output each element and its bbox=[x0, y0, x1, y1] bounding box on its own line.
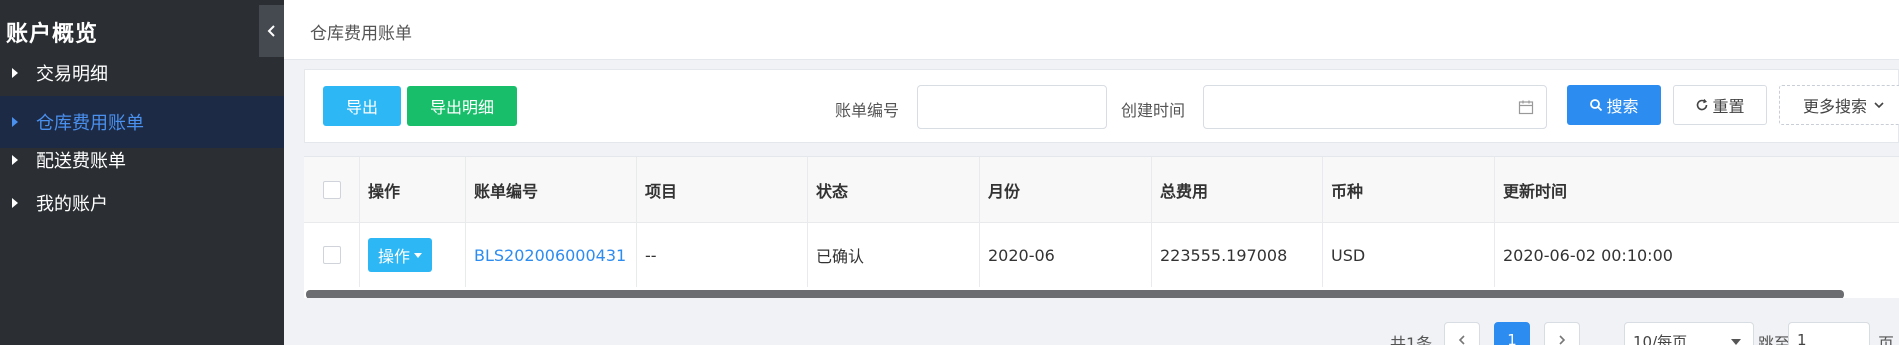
bill-no-input[interactable] bbox=[917, 85, 1107, 129]
caret-down-icon bbox=[414, 252, 423, 258]
export-detail-button[interactable]: 导出明细 bbox=[407, 86, 517, 126]
table-header: 操作 账单编号 项目 状态 月份 总费用 币种 更新时间 bbox=[304, 157, 1899, 223]
next-page-button[interactable] bbox=[1544, 322, 1580, 345]
search-button[interactable]: 搜索 bbox=[1567, 85, 1661, 125]
select-all-checkbox[interactable] bbox=[322, 180, 341, 199]
row-month-cell: 2020-06 bbox=[980, 223, 1152, 287]
caret-down-icon bbox=[1731, 339, 1741, 345]
page-size-value: 10/每页 bbox=[1633, 333, 1688, 345]
row-project-cell: -- bbox=[637, 223, 808, 287]
row-status-cell: 已确认 bbox=[808, 223, 980, 287]
bill-no-label: 账单编号 bbox=[835, 101, 900, 120]
table-row: 操作 BLS202006000431 -- 已确认 2020-06 223555… bbox=[304, 223, 1899, 287]
row-updated-cell: 2020-06-02 00:10:00 bbox=[1503, 245, 1673, 265]
column-header-total: 总费用 bbox=[1152, 157, 1323, 222]
column-header-project: 项目 bbox=[637, 157, 808, 222]
search-toolbar: 导出 导出明细 账单编号 创建时间 搜索 重置 更多搜索 bbox=[304, 69, 1899, 143]
row-select-cell bbox=[304, 223, 360, 287]
export-button[interactable]: 导出 bbox=[323, 86, 401, 126]
page-size-select[interactable]: 10/每页 bbox=[1624, 322, 1754, 345]
caret-right-icon bbox=[12, 68, 18, 78]
column-header-updated: 更新时间 bbox=[1503, 181, 1568, 201]
app-root: 账户概览 交易明细 仓库费用账单 配送费账单 我的账户 仓库费用账单 导出 导出… bbox=[0, 0, 1899, 345]
caret-right-icon bbox=[12, 198, 18, 208]
row-action-label: 操作 bbox=[378, 247, 411, 266]
sidebar-item-label: 仓库费用账单 bbox=[36, 113, 144, 134]
caret-right-icon bbox=[12, 117, 18, 127]
caret-right-icon bbox=[12, 155, 18, 165]
prev-page-button[interactable] bbox=[1444, 322, 1480, 345]
reset-button-label: 重置 bbox=[1712, 97, 1745, 116]
row-action-cell: 操作 bbox=[360, 223, 466, 287]
row-checkbox[interactable] bbox=[322, 246, 341, 264]
jump-page-input[interactable]: 1 bbox=[1788, 322, 1870, 345]
sidebar-item-label: 我的账户 bbox=[36, 194, 108, 215]
breadcrumb-bar: 仓库费用账单 bbox=[284, 0, 1899, 60]
row-currency-cell: USD bbox=[1323, 223, 1495, 287]
column-header-month: 月份 bbox=[980, 157, 1152, 222]
pagination-total: 共1条 bbox=[1390, 334, 1433, 345]
column-header-bill-no: 账单编号 bbox=[466, 157, 637, 222]
horizontal-scrollbar[interactable] bbox=[306, 290, 1844, 298]
row-bill-no-cell: BLS202006000431 bbox=[466, 223, 637, 287]
chevron-right-icon bbox=[1559, 335, 1566, 345]
calendar-icon bbox=[1518, 100, 1534, 115]
search-button-label: 搜索 bbox=[1606, 97, 1639, 116]
page-suffix-label: 页 bbox=[1878, 334, 1895, 345]
column-header-status: 状态 bbox=[808, 157, 980, 222]
sidebar-item-label: 交易明细 bbox=[36, 64, 108, 85]
created-time-label: 创建时间 bbox=[1121, 101, 1186, 120]
sidebar: 账户概览 交易明细 仓库费用账单 配送费账单 我的账户 bbox=[0, 0, 284, 345]
row-total-cell: 223555.197008 bbox=[1152, 223, 1323, 287]
refresh-icon bbox=[1697, 99, 1708, 111]
bill-no-link[interactable]: BLS202006000431 bbox=[474, 246, 626, 265]
chevron-down-icon bbox=[1874, 102, 1884, 109]
column-header-action: 操作 bbox=[360, 157, 466, 222]
chevron-left-icon bbox=[1458, 335, 1465, 345]
breadcrumb: 仓库费用账单 bbox=[310, 24, 412, 44]
header-select-cell bbox=[304, 157, 360, 222]
bills-table: 操作 账单编号 项目 状态 月份 总费用 币种 更新时间 操作 BLS20200… bbox=[304, 156, 1899, 298]
sidebar-item-label: 配送费账单 bbox=[36, 151, 126, 172]
chevron-left-icon bbox=[267, 25, 275, 37]
column-header-currency: 币种 bbox=[1323, 157, 1495, 222]
main-content: 仓库费用账单 导出 导出明细 账单编号 创建时间 搜索 重置 更多搜索 操作 账… bbox=[284, 0, 1899, 345]
more-search-label: 更多搜索 bbox=[1802, 97, 1867, 116]
sidebar-title: 账户概览 bbox=[6, 22, 99, 47]
sidebar-item-my-account[interactable]: 我的账户 bbox=[0, 177, 284, 229]
more-search-button[interactable]: 更多搜索 bbox=[1779, 85, 1899, 125]
jump-label: 跳至 bbox=[1758, 334, 1791, 345]
page-button-current[interactable]: 1 bbox=[1494, 322, 1530, 345]
search-icon bbox=[1590, 99, 1603, 112]
sidebar-item-transactions[interactable]: 交易明细 bbox=[0, 47, 284, 99]
row-action-button[interactable]: 操作 bbox=[368, 238, 433, 272]
reset-button[interactable]: 重置 bbox=[1673, 85, 1767, 125]
created-time-input[interactable] bbox=[1203, 85, 1547, 129]
